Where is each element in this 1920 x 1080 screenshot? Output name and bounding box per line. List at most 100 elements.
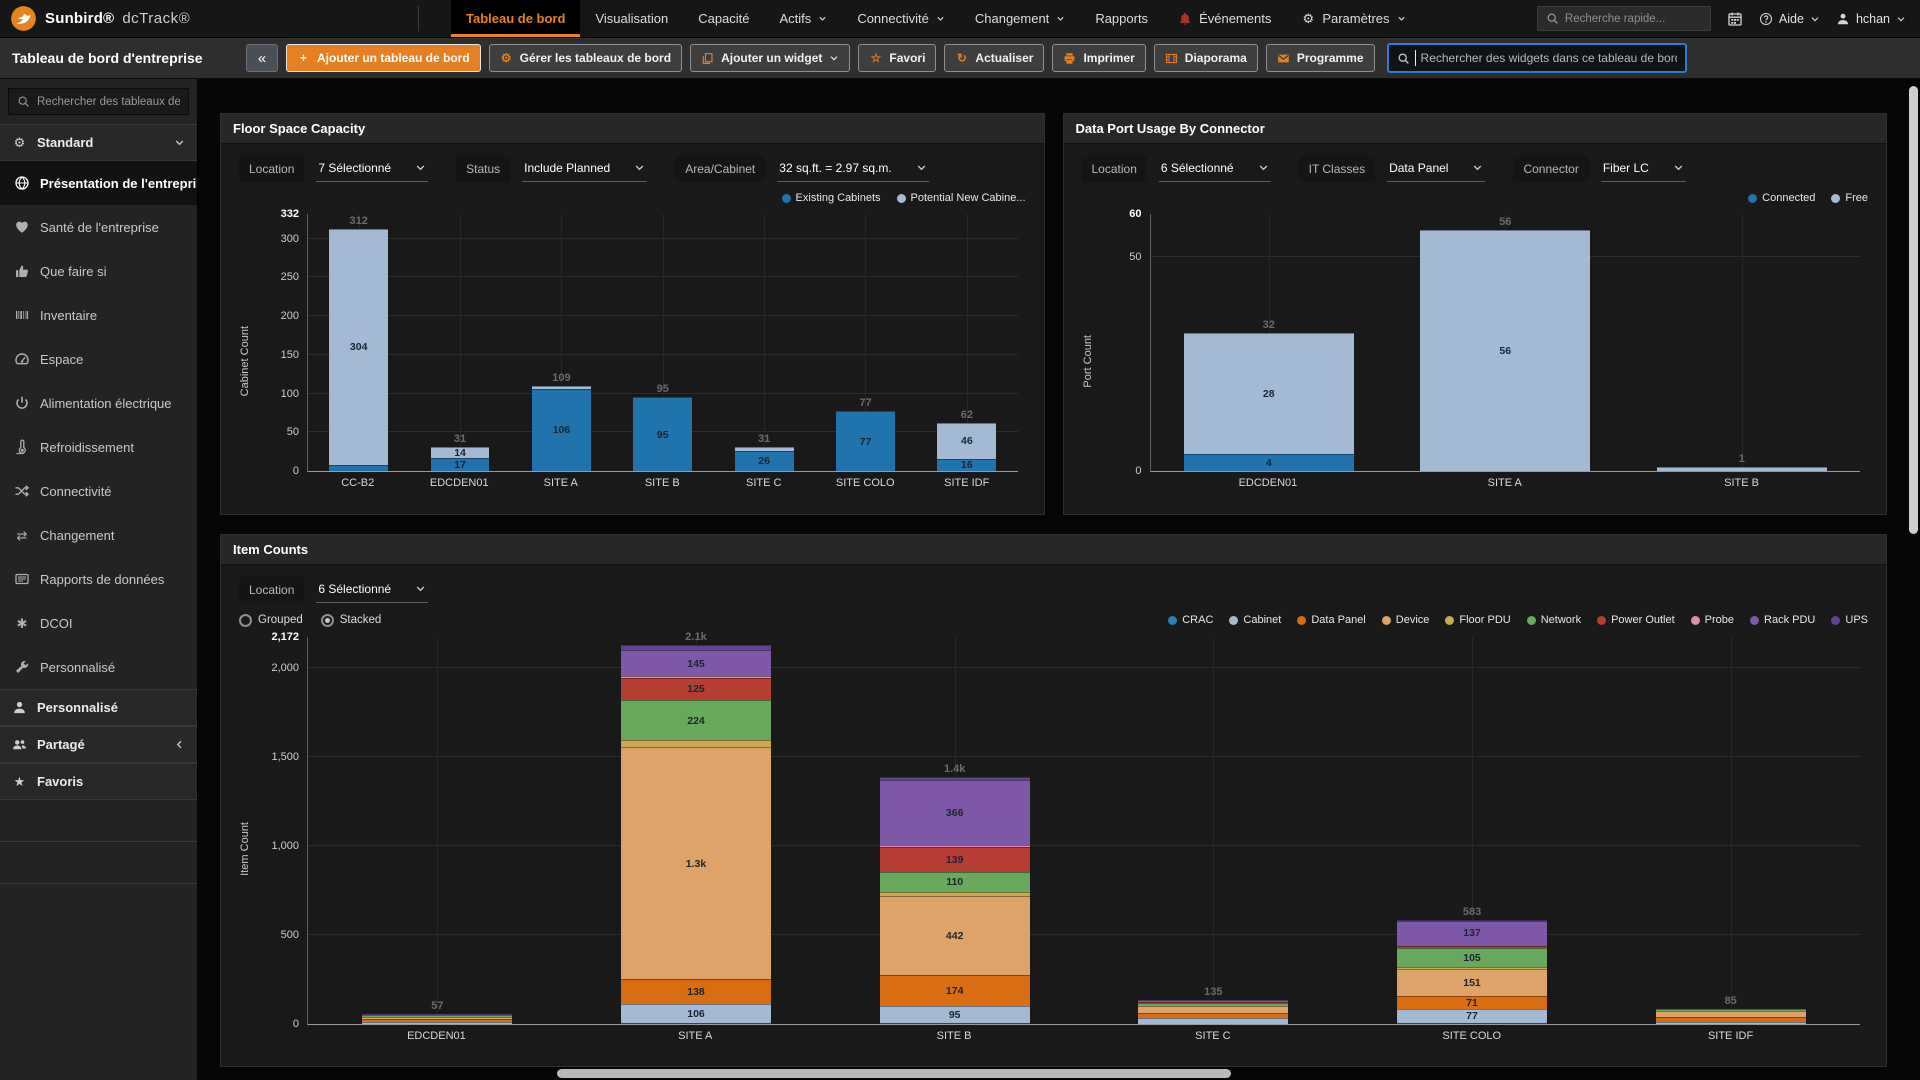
nav-item-tableau-de-bord[interactable]: Tableau de bord (451, 0, 581, 37)
bar-cells: 312 304 31 17 14 109 106 95 95 31 26 77 77 62 16 46 (308, 214, 1018, 471)
legend-item-data-panel[interactable]: Data Panel (1297, 614, 1366, 626)
filter-value-dropdown[interactable]: 6 Sélectionné (1158, 157, 1271, 182)
help-menu[interactable]: Aide (1759, 12, 1820, 26)
sidebar-section-standard[interactable]: ⚙ Standard (0, 124, 197, 161)
nav-item-v-nements[interactable]: Événements (1163, 0, 1286, 37)
y-axis-title-col: Port Count (1082, 214, 1098, 508)
legend-item-probe[interactable]: Probe (1690, 614, 1734, 626)
legend-item-floor-pdu[interactable]: Floor PDU (1445, 614, 1511, 626)
nav-item-changement[interactable]: Changement (960, 0, 1080, 37)
sidebar-item-sant-de-l-entreprise[interactable]: Santé de l'entreprise (0, 205, 197, 249)
user-menu[interactable]: hchan (1836, 12, 1906, 26)
sidebar-item-pr-sentation-de-l-entreprise[interactable]: Présentation de l'entreprise (0, 161, 197, 205)
quick-search-input[interactable] (1564, 12, 1702, 25)
sidebar-section-favoris[interactable]: ★ Favoris (0, 763, 197, 800)
legend-item-ups[interactable]: UPS (1831, 614, 1868, 626)
x-axis-labels: CC-B2 EDCDEN01 SITE A SITE B SITE C SITE COLO… (307, 472, 1018, 494)
sidebar-item-inventaire[interactable]: Inventaire (0, 293, 197, 337)
legend-item-crac[interactable]: CRAC (1168, 614, 1213, 626)
bar-total-label: 85 (1724, 994, 1737, 1007)
bar-segment-network (1655, 1008, 1806, 1012)
sidebar-item-refroidissement[interactable]: Refroidissement (0, 425, 197, 469)
x-axis-label-site-idf: SITE IDF (944, 477, 990, 489)
bar-segment-value: 125 (687, 683, 705, 696)
g-rer-les-tableaux-de-bord-button[interactable]: ⚙ Gérer les tableaux de bord (488, 44, 683, 72)
diaporama-button[interactable]: Diaporama (1153, 44, 1258, 72)
bar-cell-edcden01: 57 (308, 637, 567, 1024)
legend-item-rack-pdu[interactable]: Rack PDU (1750, 614, 1815, 626)
sidebar-search-input[interactable] (37, 95, 180, 108)
sidebar-item-alimentation-lectrique[interactable]: Alimentation électrique (0, 381, 197, 425)
nav-item-actifs[interactable]: Actifs (765, 0, 843, 37)
legend-item-potential-new-cabine[interactable]: Potential New Cabine... (896, 192, 1026, 204)
legend-item-existing-cabinets[interactable]: Existing Cabinets (781, 192, 881, 204)
collapse-sidebar-button[interactable]: « (246, 44, 278, 72)
nav-item-param-tres[interactable]: ⚙ Paramètres (1286, 0, 1420, 37)
sidebar-item-personnalis[interactable]: Personnalisé (0, 645, 197, 689)
x-axis-label-edcden01: EDCDEN01 (1238, 477, 1298, 489)
legend-item-device[interactable]: Device (1381, 614, 1429, 626)
sidebar-section-partag[interactable]: Partagé (0, 726, 197, 763)
legend-item-free[interactable]: Free (1831, 192, 1868, 204)
bar-segment-value: 77 (1466, 1010, 1478, 1023)
sidebar-item-que-faire-si[interactable]: Que faire si (0, 249, 197, 293)
ajouter-un-widget-button[interactable]: Ajouter un widget (690, 44, 851, 72)
bar-segment-potential-new-cabine: 14 (430, 447, 490, 459)
bar-segment-value: 366 (945, 807, 964, 820)
bar-segment-connected: 4 (1183, 453, 1354, 471)
main-area: ⚙ Standard Présentation de l'entreprise San… (0, 79, 1920, 1080)
calendar-icon[interactable] (1727, 11, 1743, 27)
sidebar-section-label: Standard (37, 135, 94, 150)
button-label: Actualiser (975, 51, 1034, 65)
filter-value-dropdown[interactable]: 7 Sélectionné (316, 157, 429, 182)
x-axis-label-site-colo: SITE COLO (835, 477, 895, 489)
sidebar-item-rapports-de-donn-es[interactable]: Rapports de données (0, 557, 197, 601)
legend-dot (1748, 193, 1758, 203)
nav-item-label: Paramètres (1322, 11, 1390, 26)
nav-item-connectivit[interactable]: Connectivité (842, 0, 960, 37)
nav-item-capacit[interactable]: Capacité (683, 0, 764, 37)
widget-search-input[interactable] (1420, 51, 1677, 65)
legend-item-connected[interactable]: Connected (1748, 192, 1815, 204)
sidebar-item-label: DCOI (40, 615, 73, 631)
legend-dot (896, 193, 906, 203)
bar-segment-device (1655, 1011, 1806, 1017)
radio-circle (239, 613, 252, 627)
legend-row: Connected Free (1082, 186, 1868, 210)
sidebar-item-dcoi[interactable]: ✱ DCOI (0, 601, 197, 645)
nav-item-visualisation[interactable]: Visualisation (580, 0, 683, 37)
chevron-down-icon (936, 14, 945, 23)
quick-search[interactable] (1536, 6, 1711, 31)
sidebar-section-personnalis[interactable]: Personnalisé (0, 689, 197, 726)
bar-total-label: 109 (552, 372, 571, 385)
programme-button[interactable]: Programme (1265, 44, 1375, 72)
sidebar-item-espace[interactable]: Espace (0, 337, 197, 381)
legend-item-cabinet[interactable]: Cabinet (1229, 614, 1281, 626)
sidebar-search[interactable] (8, 88, 189, 115)
y-axis-title-col: Cabinet Count (239, 214, 255, 508)
nav-item-rapports[interactable]: Rapports (1080, 0, 1163, 37)
thumbs-up-icon (14, 263, 30, 279)
sidebar-item-connectivit[interactable]: Connectivité (0, 469, 197, 513)
imprimer-button[interactable]: Imprimer (1052, 44, 1146, 72)
button-label: Diaporama (1184, 51, 1247, 65)
ajouter-un-tableau-de-bord-button[interactable]: + Ajouter un tableau de bord (286, 44, 481, 72)
vertical-scrollbar-thumb[interactable] (1909, 86, 1918, 534)
favori-button[interactable]: ☆ Favori (858, 44, 937, 72)
filter-value-dropdown[interactable]: 6 Sélectionné (316, 578, 429, 603)
filter-value-dropdown[interactable]: Data Panel (1387, 157, 1486, 182)
filter-value-dropdown[interactable]: 32 sq.ft. = 2.97 sq.m. (777, 157, 929, 182)
filter-value-dropdown[interactable]: Fiber LC (1600, 157, 1686, 182)
radio-grouped[interactable]: Grouped (239, 613, 303, 627)
bar-segment-network: 224 (621, 700, 772, 741)
sidebar-item-changement[interactable]: ⇄ Changement (0, 513, 197, 557)
widget-search[interactable] (1386, 43, 1687, 73)
legend-row: Existing Cabinets Potential New Cabine... (239, 186, 1026, 210)
radio-stacked[interactable]: Stacked (320, 613, 381, 627)
actualiser-button[interactable]: ↻ Actualiser (944, 44, 1045, 72)
bar-segment-value: 224 (687, 714, 705, 727)
filter-value-dropdown[interactable]: Include Planned (522, 157, 648, 182)
legend-item-network[interactable]: Network (1526, 614, 1581, 626)
legend-item-power-outlet[interactable]: Power Outlet (1597, 614, 1675, 626)
horizontal-scrollbar-thumb[interactable] (557, 1069, 1231, 1078)
